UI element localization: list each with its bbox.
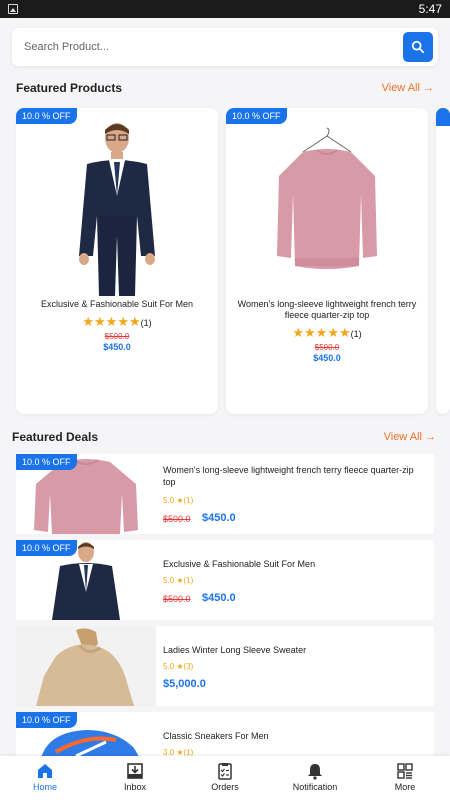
product-card[interactable] — [436, 108, 450, 414]
home-icon — [38, 764, 52, 778]
product-name: Exclusive & Fashionable Suit For Men — [40, 299, 194, 309]
orders-icon — [218, 763, 232, 780]
deal-new-price: $450.0 — [202, 512, 236, 524]
search-icon — [411, 40, 425, 54]
discount-badge-partial — [436, 108, 450, 126]
star-icon: ★ — [176, 662, 184, 671]
view-all-label: View All — [381, 82, 420, 94]
grid-icon — [397, 763, 413, 779]
search-button[interactable] — [403, 32, 433, 62]
arrow-right-icon: → — [423, 82, 434, 94]
nav-label: More — [394, 782, 416, 792]
new-price: $450.0 — [313, 353, 341, 363]
deal-rating: 5.0 ★(1) — [163, 576, 193, 585]
featured-deals-view-all[interactable]: View All → — [384, 431, 436, 443]
inbox-icon — [127, 763, 143, 779]
discount-badge: 10.0 % OFF — [226, 108, 287, 124]
review-count: (3) — [183, 662, 194, 671]
nav-home[interactable]: Home — [0, 756, 90, 800]
review-count: (1) — [183, 576, 194, 585]
new-price: $450.0 — [103, 342, 131, 352]
search-input[interactable] — [12, 28, 392, 66]
status-time: 5:47 — [418, 2, 442, 16]
deal-image — [16, 626, 156, 706]
product-card[interactable]: 10.0 % OFF Exclusive & Fashionable Suit … — [16, 108, 218, 414]
deal-new-price: $5,000.0 — [163, 678, 206, 690]
star-icon: ★ — [176, 576, 184, 585]
deal-old-price: $500.0 — [163, 514, 191, 524]
star-rating-icons: ★★★★★ — [292, 325, 351, 340]
suit-product-image — [57, 116, 177, 296]
product-name: Women's long-sleeve lightweight french t… — [237, 299, 417, 320]
star-icon: ★ — [176, 496, 184, 505]
sweater-product-image — [267, 116, 387, 296]
bell-icon — [308, 764, 322, 780]
deal-item[interactable]: Ladies Winter Long Sleeve Sweater 5.0 ★(… — [16, 626, 434, 706]
featured-deals-title: Featured Deals — [12, 430, 99, 444]
discount-badge: 10.0 % OFF — [16, 108, 77, 124]
deal-name: Women's long-sleeve lightweight french t… — [163, 465, 414, 487]
deal-name: Exclusive & Fashionable Suit For Men — [163, 559, 316, 569]
image-notification-icon — [8, 4, 18, 14]
view-all-label: View All — [383, 431, 422, 443]
product-rating: ★★★★★(1) — [226, 325, 428, 341]
product-card[interactable]: 10.0 % OFF Women's long-sleeve lightweig… — [226, 108, 428, 414]
review-count: (1) — [183, 496, 194, 505]
discount-badge: 10.0 % OFF — [16, 454, 77, 470]
nav-orders[interactable]: Orders — [180, 756, 270, 800]
deal-old-price: $500.0 — [163, 594, 191, 604]
rating-value: 5.0 — [163, 662, 175, 671]
deal-name: Ladies Winter Long Sleeve Sweater — [163, 645, 307, 655]
arrow-right-icon: → — [425, 431, 436, 443]
rating-value: 5.0 — [163, 576, 175, 585]
discount-badge: 10.0 % OFF — [16, 712, 77, 728]
nav-label: Orders — [211, 782, 239, 792]
old-price: $500.0 — [314, 343, 340, 352]
nav-label: Notification — [292, 782, 338, 792]
deal-item[interactable]: 10.0 % OFF Exclusive & Fashionable Suit … — [16, 540, 434, 620]
deal-rating: 5.0 ★(1) — [163, 496, 193, 505]
nav-notification[interactable]: Notification — [270, 756, 360, 800]
discount-badge: 10.0 % OFF — [16, 540, 77, 556]
star-rating-icons: ★★★★★ — [82, 314, 141, 329]
deal-rating: 5.0 ★(3) — [163, 662, 193, 671]
nav-more[interactable]: More — [360, 756, 450, 800]
deal-item[interactable]: 10.0 % OFF Women's long-sleeve lightweig… — [16, 454, 434, 534]
review-count: (1) — [140, 318, 152, 328]
nav-inbox[interactable]: Inbox — [90, 756, 180, 800]
old-price: $500.0 — [104, 332, 130, 341]
deal-name: Classic Sneakers For Men — [163, 731, 269, 741]
deal-new-price: $450.0 — [202, 592, 236, 604]
rating-value: 5.0 — [163, 496, 175, 505]
nav-label: Inbox — [123, 782, 147, 792]
featured-products-view-all[interactable]: View All → — [382, 82, 434, 94]
search-bar — [12, 28, 438, 66]
bottom-nav: Home Inbox Orders Notification More — [0, 756, 450, 800]
review-count: (1) — [350, 329, 362, 339]
status-bar: 5:47 — [0, 0, 450, 18]
featured-products-title: Featured Products — [16, 81, 123, 95]
beige-sweater-deal-image — [16, 626, 156, 706]
nav-label: Home — [32, 782, 57, 792]
product-rating: ★★★★★(1) — [16, 314, 218, 330]
